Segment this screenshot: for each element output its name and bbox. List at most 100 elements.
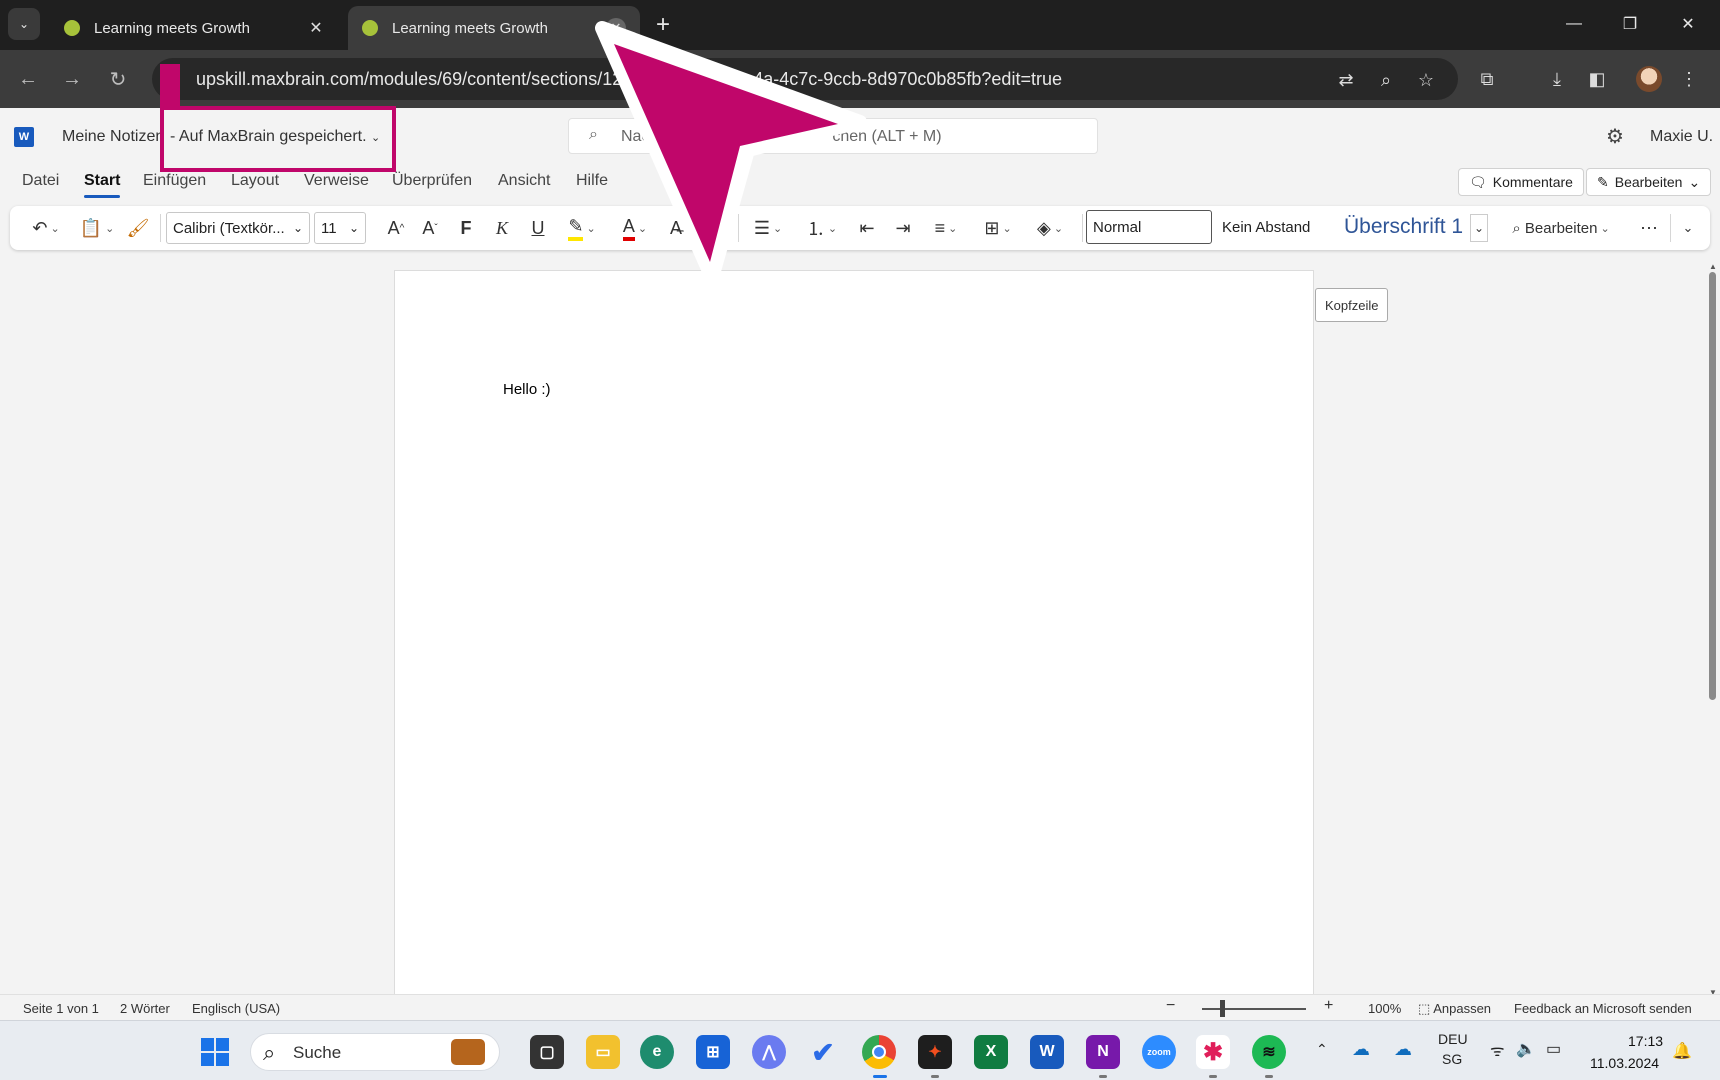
window-close-icon[interactable]: ✕ [1668,8,1708,40]
tab-einfuegen[interactable]: Einfügen [143,172,206,190]
minimize-icon[interactable]: — [1554,8,1594,40]
align-icon[interactable]: ≡ ⌄ [924,214,968,242]
document-body-text[interactable]: Hello :) [503,381,551,398]
shading-icon[interactable]: ◈ ⌄ [1028,214,1072,242]
edit-mode-button[interactable]: ✎ Bearbeiten ⌄ [1586,168,1712,196]
zoom-app-icon[interactable]: zoom [1142,1035,1176,1069]
launcher-icon[interactable]: ⋀ [752,1035,786,1069]
word-icon[interactable]: W [1030,1035,1064,1069]
edge-icon[interactable]: e [640,1035,674,1069]
clear-formatting-icon[interactable]: A̶ [664,214,688,242]
header-label-button[interactable]: Kopfzeile [1315,288,1389,322]
vertical-scrollbar[interactable]: ▲ ▼ [1708,262,1717,997]
new-tab-button[interactable]: + [650,11,676,38]
tab-ueberpruefen[interactable]: Überprüfen [392,172,472,190]
zoom-slider[interactable] [1202,1008,1306,1010]
font-name-dropdown[interactable]: Calibri (Textkör... ⌄ [166,212,310,244]
restore-icon[interactable]: ❐ [1610,8,1650,40]
scrollbar-thumb[interactable] [1709,272,1716,700]
decrease-indent-icon[interactable]: ⇤ [854,214,880,242]
zoom-level[interactable]: 100% [1368,1001,1401,1016]
expand-ribbon-icon[interactable]: ⌄ [1676,214,1700,242]
tab-search-button[interactable]: ⌄ [8,8,40,40]
document-canvas[interactable]: Hello :) Kopfzeile ▲ ▼ [0,258,1720,1000]
style-heading-1[interactable]: Überschrift 1 [1338,210,1468,244]
forward-icon[interactable]: → [56,63,88,95]
store-icon[interactable]: ⊞ [696,1035,730,1069]
tab-ansicht[interactable]: Ansicht [498,172,550,190]
style-no-spacing[interactable]: Kein Abstand [1216,210,1334,244]
borders-icon[interactable]: ⊞ ⌄ [976,214,1020,242]
tab-hilfe[interactable]: Hilfe [576,172,608,190]
bold-icon[interactable]: F [454,214,478,242]
onedrive-icon[interactable]: ☁ [1352,1039,1370,1060]
undo-icon[interactable]: ↶ ⌄ [26,214,66,242]
windows-start-icon[interactable] [198,1035,232,1069]
increase-indent-icon[interactable]: ⇥ [890,214,916,242]
volume-icon[interactable]: 🔈 [1516,1039,1536,1059]
shrink-font-icon[interactable]: Aˇ [416,214,444,242]
feedback-link[interactable]: Feedback an Microsoft senden [1514,1001,1692,1016]
tab-verweise[interactable]: Verweise [304,172,369,190]
zoom-out-icon[interactable]: − [1166,997,1175,1015]
wifi-icon[interactable]: ᯤ [1490,1039,1505,1061]
zoom-slider-thumb[interactable] [1220,1000,1225,1017]
paste-icon[interactable]: 📋 ⌄ [76,214,118,242]
reload-icon[interactable]: ↻ [102,63,134,95]
battery-icon[interactable]: ▭ [1546,1039,1561,1059]
translate-icon[interactable]: ⇄ [1334,68,1358,92]
more-options-icon[interactable]: ⋯ [1636,214,1662,242]
notification-bell-icon[interactable]: 🔔 [1672,1041,1692,1061]
styles-gallery-chevron-down-icon[interactable]: ⌄ [1470,214,1488,242]
chrome-icon[interactable] [862,1035,896,1069]
comments-button[interactable]: 🗨 Kommentare [1458,168,1584,196]
gear-icon[interactable]: ⚙ [1603,124,1627,148]
bullet-list-icon[interactable]: ☰ ⌄ [746,214,790,242]
clock-date[interactable]: 11.03.2024 [1590,1055,1659,1071]
tab-start[interactable]: Start [84,172,121,198]
slack-icon[interactable]: ✱ [1196,1035,1230,1069]
excel-icon[interactable]: X [974,1035,1008,1069]
tray-overflow-chevron-up-icon[interactable]: ⌃ [1316,1041,1328,1058]
browser-tab-2[interactable]: Learning meets Growth ✕ [348,6,640,50]
todo-check-icon[interactable]: ✔ [806,1035,840,1069]
keyboard-language-bottom[interactable]: SG [1442,1051,1462,1067]
scroll-up-icon[interactable]: ▲ [1708,262,1718,271]
style-normal[interactable]: Normal [1086,210,1212,244]
side-panel-icon[interactable]: ◧ [1584,66,1610,92]
task-view-icon[interactable]: ▢ [530,1035,564,1069]
bookmark-star-icon[interactable]: ☆ [1414,68,1438,92]
onedrive-business-icon[interactable]: ☁ [1394,1039,1412,1060]
document-page[interactable]: Hello :) [394,270,1314,1000]
download-icon[interactable]: ⤓ [1544,66,1570,92]
fit-button[interactable]: ⬚ Anpassen [1418,1001,1491,1017]
profile-avatar[interactable] [1636,66,1662,92]
word-count[interactable]: 2 Wörter [120,1001,170,1016]
format-painter-icon[interactable]: 🖌 [126,214,150,242]
search-input[interactable]: ⌕ Nach chen (ALT + M) [568,118,1098,154]
spotify-icon[interactable]: ≋ [1252,1035,1286,1069]
keyboard-language-top[interactable]: DEU [1438,1031,1468,1047]
extensions-icon[interactable]: ⧉ [1474,66,1500,92]
font-color-icon[interactable]: A ⌄ [614,214,656,242]
tab-datei[interactable]: Datei [22,172,59,190]
file-explorer-icon[interactable]: ▭ [586,1035,620,1069]
back-icon[interactable]: ← [12,63,44,95]
browser-tab-1[interactable]: Learning meets Growth ✕ [50,6,340,50]
zoom-in-icon[interactable]: + [1324,997,1333,1015]
italic-icon[interactable]: K [490,214,514,242]
language-indicator[interactable]: Englisch (USA) [192,1001,280,1016]
grow-font-icon[interactable]: A ^ [382,214,410,242]
zoom-icon[interactable]: ⌕ [1374,68,1398,92]
font-size-dropdown[interactable]: 11 ⌄ [314,212,366,244]
highlight-icon[interactable]: ✎ ⌄ [560,214,604,242]
menu-more-icon[interactable]: ⋮ [1676,66,1702,92]
close-icon[interactable]: ✕ [306,18,326,38]
find-edit-button[interactable]: ⌕ Bearbeiten ⌄ [1500,214,1622,242]
figma-icon[interactable]: ✦ [918,1035,952,1069]
document-name[interactable]: Meine Notizen [62,128,164,146]
clock-time[interactable]: 17:13 [1628,1033,1663,1049]
tab-layout[interactable]: Layout [231,172,279,190]
address-bar[interactable]: upskill.maxbrain.com/modules/69/content/… [152,58,1458,100]
user-name[interactable]: Maxie U. [1650,128,1713,146]
